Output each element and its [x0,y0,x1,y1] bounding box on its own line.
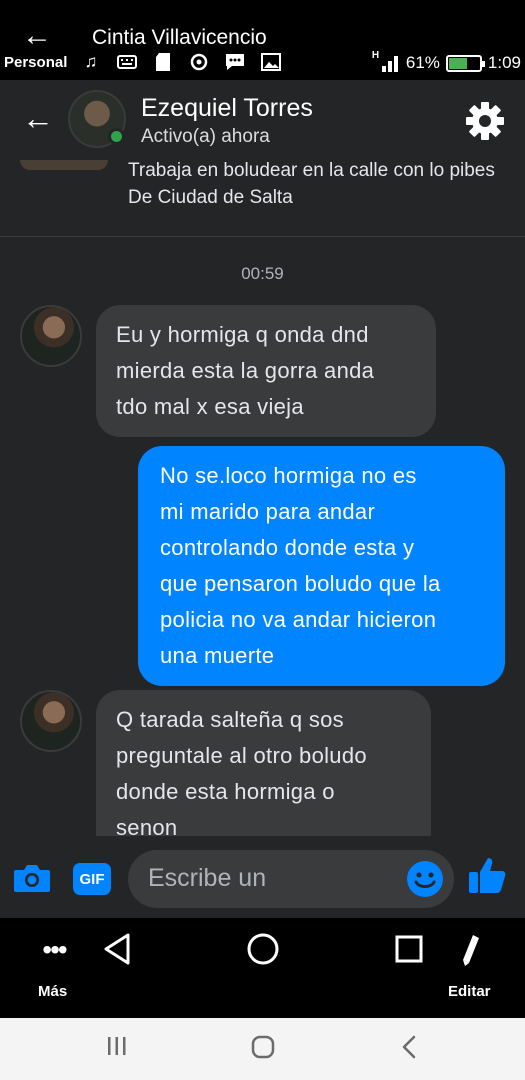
contact-name[interactable]: Ezequiel Torres [141,94,313,123]
message-line: una muerte [160,643,275,668]
viewer-toolbar: ••• Más Editar [0,918,525,1018]
status-right: H 61% 1:09 [372,50,521,73]
message-line: controlando donde esta y [160,535,415,560]
message-line: donde esta hormiga o [116,779,335,804]
emoji-icon[interactable] [406,860,444,898]
message-line: policia no va andar hicieron [160,607,437,632]
pencil-edit-icon[interactable] [458,932,482,968]
message-line: Eu y hormiga q onda dnd [116,322,369,347]
message-line: mi marido para andar [160,499,376,524]
battery-percent: 61% [405,53,440,72]
viewer-title: Cintia Villavicencio [92,26,267,49]
more-dots-icon[interactable]: ••• [36,934,72,965]
network-type-label: H [371,50,380,61]
triangle-back-icon[interactable] [102,932,132,966]
message-timestamp: 00:59 [241,264,284,283]
sync-icon [188,52,210,72]
message-line: senon [116,815,178,836]
signal-icon: H [372,50,400,72]
circle-home-icon[interactable] [246,932,280,966]
battery-icon [445,54,485,72]
status-bar: Personal ♫ H 61% 1:09 [0,48,525,80]
sd-card-icon [152,52,174,72]
messenger-icon [224,52,246,72]
message-line: Q tarada salteña q sos [116,707,344,732]
profile-cover-thumbnail [20,160,108,170]
viewer-top-bar: ← Cintia Villavicencio [0,0,525,51]
online-status-dot [108,128,125,145]
divider [0,236,525,237]
contact-bio-line: Trabaja en boludear en la calle con lo p… [128,160,495,181]
image-icon [260,52,282,72]
more-label[interactable]: Más [38,983,67,1000]
message-line: No se.loco hormiga no es [160,463,417,488]
keyboard-icon [116,52,138,72]
gif-button[interactable]: GIF [73,863,111,895]
settings-gear-icon[interactable] [464,100,506,142]
back-arrow-icon[interactable]: ← [22,102,54,134]
camera-icon[interactable] [12,862,52,894]
outgoing-message-bubble[interactable]: No se.loco hormiga no es mi marido para … [138,446,505,686]
incoming-message-bubble[interactable]: Q tarada salteña q sos preguntale al otr… [96,690,431,836]
notification-icons: ♫ [80,52,282,72]
message-input-placeholder: Escribe un [148,864,267,892]
message-composer: GIF Escribe un [0,836,525,918]
battery-level-fill [448,57,468,69]
message-line: tdo mal x esa vieja [116,394,304,419]
incoming-message-bubble[interactable]: Eu y hormiga q onda dnd mierda esta la g… [96,305,436,437]
sender-avatar[interactable] [20,305,82,367]
presence-status: Activo(a) ahora [141,126,270,147]
sender-avatar[interactable] [20,690,82,752]
message-line: que pensaron boludo que la [160,571,441,596]
square-recents-icon[interactable] [394,934,424,964]
clock: 1:09 [487,53,521,72]
recent-apps-icon[interactable] [106,1034,128,1058]
carrier-label: Personal [4,54,68,71]
chat-header: ← Ezequiel Torres Activo(a) ahora [0,80,525,160]
message-line: preguntale al otro boludo [116,743,367,768]
contact-bio-line: De Ciudad de Salta [128,187,293,208]
music-note-icon: ♫ [84,52,98,71]
message-line: mierda esta la gorra anda [116,358,375,383]
back-chevron-icon[interactable] [398,1034,420,1060]
system-nav-bar [0,1018,525,1080]
edit-label[interactable]: Editar [448,983,491,1000]
home-icon[interactable] [250,1034,276,1060]
thumbs-up-icon[interactable] [466,854,508,896]
conversation-area[interactable]: Trabaja en boludear en la calle con lo p… [0,160,525,836]
viewer-back-arrow-icon[interactable]: ← [22,21,52,51]
